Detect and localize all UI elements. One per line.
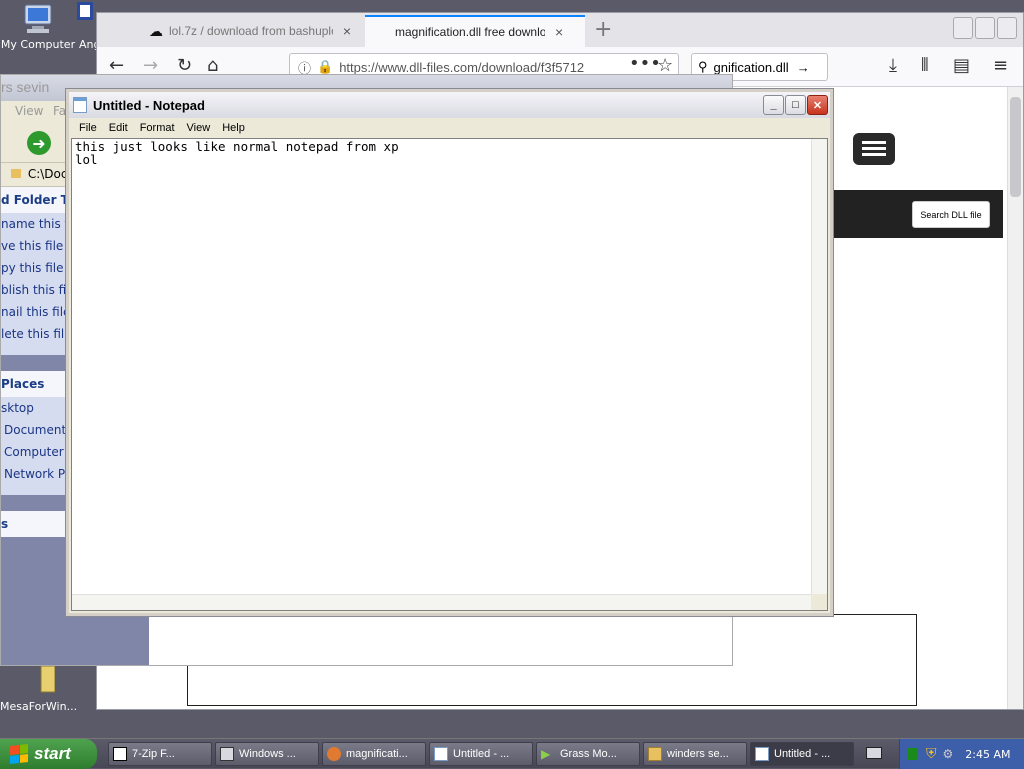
notepad-icon [73, 97, 87, 113]
menu-file[interactable]: File [73, 122, 103, 134]
maximize-button[interactable]: □ [785, 95, 806, 115]
desktop-icon-mesa[interactable]: MesaForWin... [0, 664, 78, 713]
url-text: https://www.dll-files.com/download/f3f57… [339, 59, 585, 75]
menu-edit[interactable]: Edit [103, 122, 134, 134]
menu-item[interactable]: View [15, 104, 43, 118]
firefox-icon [327, 747, 341, 761]
task-label: Grass Mo... [560, 748, 617, 760]
network-icon[interactable] [908, 748, 918, 760]
close-button[interactable] [997, 17, 1017, 39]
search-dll-button[interactable]: Search DLL file [912, 201, 990, 228]
vertical-scrollbar[interactable] [811, 139, 827, 595]
forward-arrow-icon[interactable]: → [143, 55, 158, 76]
close-tab-icon[interactable]: × [343, 23, 351, 39]
task-label: magnificati... [346, 748, 408, 760]
back-arrow-icon[interactable]: ← [109, 55, 124, 76]
library-icon[interactable]: ⫴ [921, 55, 929, 76]
menu-item[interactable]: Fa [53, 104, 66, 118]
windows-app-icon [220, 747, 234, 761]
taskbar-item-notepad[interactable]: Untitled - ... [429, 742, 533, 766]
folder-icon [11, 169, 21, 178]
keyboard-icon[interactable] [866, 747, 882, 759]
folder-icon [65, 2, 95, 36]
computer-icon [21, 2, 55, 36]
site-menu-button[interactable] [853, 133, 895, 165]
go-icon[interactable]: ➜ [27, 131, 51, 155]
window-title: Untitled - Notepad [93, 97, 205, 113]
desktop-icon-label: MesaForWin... [0, 700, 78, 713]
close-button[interactable]: ✕ [807, 95, 828, 115]
notepad-icon [434, 747, 448, 761]
taskbar-item-grass[interactable]: ▶ Grass Mo... [536, 742, 640, 766]
menu-format[interactable]: Format [134, 122, 181, 134]
shield-icon[interactable]: ⛨ [926, 746, 937, 762]
task-label: 7-Zip F... [132, 748, 175, 760]
system-tray: ⛨ ⚙ 2:45 AM [899, 739, 1024, 769]
new-tab-button[interactable]: + [594, 17, 612, 42]
tab-title: magnification.dll free download | D [395, 25, 545, 39]
7zip-icon [113, 747, 127, 761]
text-area[interactable]: this just looks like normal notepad from… [71, 138, 828, 611]
clock[interactable]: 2:45 AM [965, 748, 1010, 761]
taskbar-item-7zip[interactable]: 7-Zip F... [108, 742, 212, 766]
reload-icon[interactable]: ↻ [177, 55, 192, 76]
menu-help[interactable]: Help [216, 122, 251, 134]
go-arrow-icon[interactable]: → [797, 60, 810, 75]
bookmark-star-icon[interactable]: ☆ [657, 55, 673, 76]
task-label: Windows ... [239, 748, 296, 760]
search-value: gnification.dll [713, 59, 789, 75]
search-icon: ⚲ [698, 59, 708, 74]
taskbar-item-windows[interactable]: Windows ... [215, 742, 319, 766]
downloads-icon[interactable]: ⤓ [889, 55, 897, 76]
title-bar[interactable]: Untitled - Notepad _ □ ✕ [69, 92, 830, 118]
scrollbar-thumb[interactable] [1010, 97, 1021, 197]
tab-dll-files[interactable]: magnification.dll free download | D × [365, 15, 585, 47]
start-button[interactable]: start [0, 739, 97, 769]
taskbar: start 7-Zip F... Windows ... magnificati… [0, 738, 1024, 769]
taskbar-item-folder[interactable]: winders se... [643, 742, 747, 766]
taskbar-item-firefox[interactable]: magnificati... [322, 742, 426, 766]
windows-logo-icon [10, 744, 28, 764]
tab-title: lol.7z / download from bashuploa [169, 24, 333, 38]
page-scrollbar[interactable] [1007, 87, 1023, 709]
home-icon[interactable]: ⌂ [207, 55, 218, 76]
document-text: this just looks like normal notepad from… [75, 139, 399, 167]
minimize-button[interactable] [953, 17, 973, 39]
task-label: Untitled - ... [774, 748, 831, 760]
horizontal-scrollbar[interactable] [72, 594, 813, 610]
tab-bashupload[interactable]: ☁ lol.7z / download from bashuploa × [137, 15, 363, 47]
task-label: winders se... [667, 748, 729, 760]
file-icon [21, 664, 56, 698]
play-icon: ▶ [541, 747, 551, 761]
menu-view[interactable]: View [181, 122, 217, 134]
sidebar-icon[interactable]: ▤ [953, 55, 970, 76]
menu-bar: File Edit Format View Help [69, 118, 830, 138]
sound-icon[interactable]: ⚙ [943, 747, 954, 761]
cloud-icon: ☁ [149, 22, 163, 39]
notepad-window: Untitled - Notepad _ □ ✕ File Edit Forma… [66, 89, 833, 616]
folder-icon [648, 747, 662, 761]
notepad-icon [755, 747, 769, 761]
start-label: start [34, 744, 71, 763]
close-tab-icon[interactable]: × [555, 24, 563, 40]
lock-icon: 🔒 [317, 59, 334, 74]
maximize-button[interactable] [975, 17, 995, 39]
minimize-button[interactable]: _ [763, 95, 784, 115]
task-label: Untitled - ... [453, 748, 510, 760]
tab-bar: ☁ lol.7z / download from bashuploa × mag… [97, 13, 1023, 47]
taskbar-item-notepad-active[interactable]: Untitled - ... [750, 742, 854, 766]
resize-grip-icon[interactable] [811, 594, 827, 610]
menu-icon[interactable]: ≡ [993, 55, 1008, 76]
desktop-icon-label: Ang [79, 38, 98, 51]
desktop-icon-ang[interactable]: Ang [62, 2, 98, 51]
